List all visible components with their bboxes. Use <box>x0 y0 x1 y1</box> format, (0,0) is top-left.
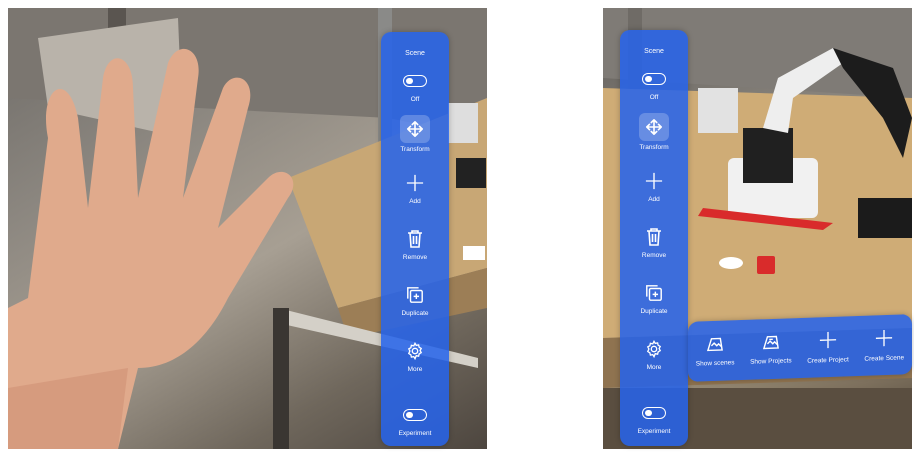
more-submenu-panel: Show scenes Show Projects Create Project… <box>688 314 912 382</box>
transform-button[interactable]: Transform <box>381 115 449 171</box>
add-button[interactable]: Add <box>620 169 688 225</box>
move-arrows-icon <box>400 115 430 143</box>
move-arrows-icon <box>639 113 669 141</box>
remove-button[interactable]: Remove <box>381 227 449 283</box>
more-button[interactable]: More <box>381 339 449 395</box>
scene-off-toggle[interactable]: Off <box>620 67 688 107</box>
create-scene-button[interactable]: Create Scene <box>864 328 904 362</box>
experiment-label: Experiment <box>398 430 432 437</box>
more-label: More <box>646 364 662 371</box>
plus-icon <box>875 328 893 352</box>
transform-label: Transform <box>639 144 669 151</box>
toggle-icon <box>403 69 427 93</box>
gear-icon <box>642 337 666 361</box>
more-label: More <box>407 366 423 373</box>
red-cube-marker <box>757 256 775 274</box>
duplicate-button[interactable]: Duplicate <box>620 281 688 337</box>
experiment-label: Experiment <box>637 428 671 435</box>
toggle-icon <box>642 401 666 425</box>
gear-icon <box>403 339 427 363</box>
duplicate-button[interactable]: Duplicate <box>381 283 449 339</box>
duplicate-icon <box>403 283 427 307</box>
remove-label: Remove <box>402 254 428 261</box>
scene-menu-panel-right: Scene Off Transform Add Remove Duplicate… <box>620 30 688 446</box>
trash-icon <box>642 225 666 249</box>
remove-button[interactable]: Remove <box>620 225 688 281</box>
scene-off-toggle[interactable]: Off <box>381 69 449 109</box>
show-scenes-label: Show scenes <box>695 358 735 368</box>
plus-icon <box>403 171 427 195</box>
show-projects-label: Show Projects <box>750 356 792 366</box>
projects-icon <box>762 333 780 355</box>
duplicate-label: Duplicate <box>640 308 668 315</box>
create-project-label: Create Project <box>807 355 849 365</box>
scene-menu-panel-left: Scene Off Transform Add Remove Duplicate… <box>381 32 449 446</box>
scenes-icon <box>706 335 724 357</box>
show-scenes-button[interactable]: Show scenes <box>695 335 735 368</box>
create-project-button[interactable]: Create Project <box>807 330 849 364</box>
create-scene-label: Create Scene <box>864 353 905 363</box>
trash-icon <box>403 227 427 251</box>
toggle-icon <box>403 403 427 427</box>
toggle-label: Off <box>410 96 420 103</box>
add-label: Add <box>409 198 421 205</box>
panel-title: Scene <box>644 48 664 55</box>
show-projects-button[interactable]: Show Projects <box>750 333 792 365</box>
remove-label: Remove <box>641 252 667 259</box>
plus-icon <box>819 330 837 354</box>
plus-icon <box>642 169 666 193</box>
toggle-label: Off <box>649 94 659 101</box>
experiment-toggle[interactable]: Experiment <box>620 401 688 441</box>
duplicate-icon <box>642 281 666 305</box>
experiment-toggle[interactable]: Experiment <box>381 403 449 443</box>
add-label: Add <box>648 196 660 203</box>
transform-button[interactable]: Transform <box>620 113 688 169</box>
more-button[interactable]: More <box>620 337 688 393</box>
panel-title: Scene <box>405 50 425 57</box>
add-button[interactable]: Add <box>381 171 449 227</box>
transform-label: Transform <box>400 146 430 153</box>
duplicate-label: Duplicate <box>401 310 429 317</box>
toggle-icon <box>642 67 666 91</box>
